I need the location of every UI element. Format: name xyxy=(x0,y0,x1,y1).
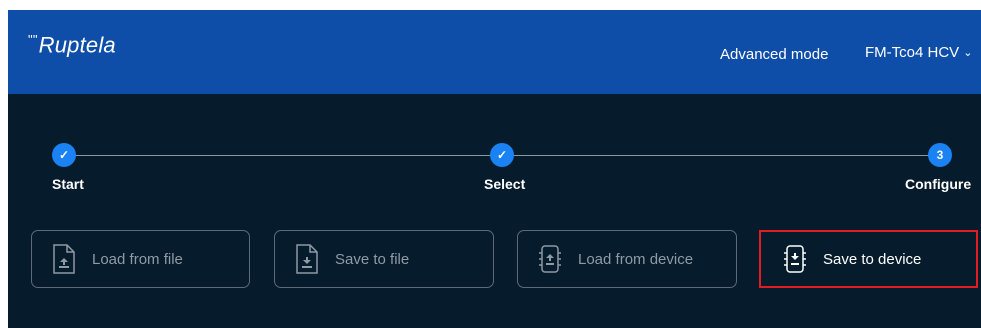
step-select-checkmark-icon[interactable]: ✓ xyxy=(490,143,514,167)
device-selector[interactable]: FM-Tco4 HCV ⌄ xyxy=(865,44,972,61)
configurator-panel: ✓ ✓ 3 Start Select Configure Load from f… xyxy=(8,94,981,328)
step-configure-number[interactable]: 3 xyxy=(928,143,952,167)
device-upload-icon xyxy=(539,245,561,273)
load-from-device-button[interactable]: Load from device xyxy=(517,230,737,288)
save-to-device-label: Save to device xyxy=(823,250,922,268)
step-configure-label: Configure xyxy=(905,176,972,192)
step-select-label: Select xyxy=(484,176,526,192)
file-upload-icon xyxy=(53,244,75,274)
chevron-down-icon: ⌄ xyxy=(963,47,973,59)
device-download-icon xyxy=(784,245,806,273)
logo-mark: "" xyxy=(28,32,38,47)
save-to-file-label: Save to file xyxy=(335,250,410,268)
load-from-file-label: Load from file xyxy=(92,250,183,268)
file-download-icon xyxy=(296,244,318,274)
step-start-checkmark-icon[interactable]: ✓ xyxy=(52,143,76,167)
save-to-device-button[interactable]: Save to device xyxy=(759,230,978,288)
advanced-mode-link[interactable]: Advanced mode xyxy=(720,46,828,63)
app-header: ""Ruptela Advanced mode FM-Tco4 HCV ⌄ xyxy=(8,10,981,94)
step-start-label: Start xyxy=(52,176,84,192)
load-from-file-button[interactable]: Load from file xyxy=(31,230,250,288)
logo-text: Ruptela xyxy=(38,32,116,58)
load-from-device-label: Load from device xyxy=(578,250,694,268)
ruptela-logo[interactable]: ""Ruptela xyxy=(28,32,116,58)
device-name: FM-Tco4 HCV xyxy=(865,44,960,61)
app-window: ""Ruptela Advanced mode FM-Tco4 HCV ⌄ ✓ ✓… xyxy=(8,10,981,328)
save-to-file-button[interactable]: Save to file xyxy=(274,230,494,288)
